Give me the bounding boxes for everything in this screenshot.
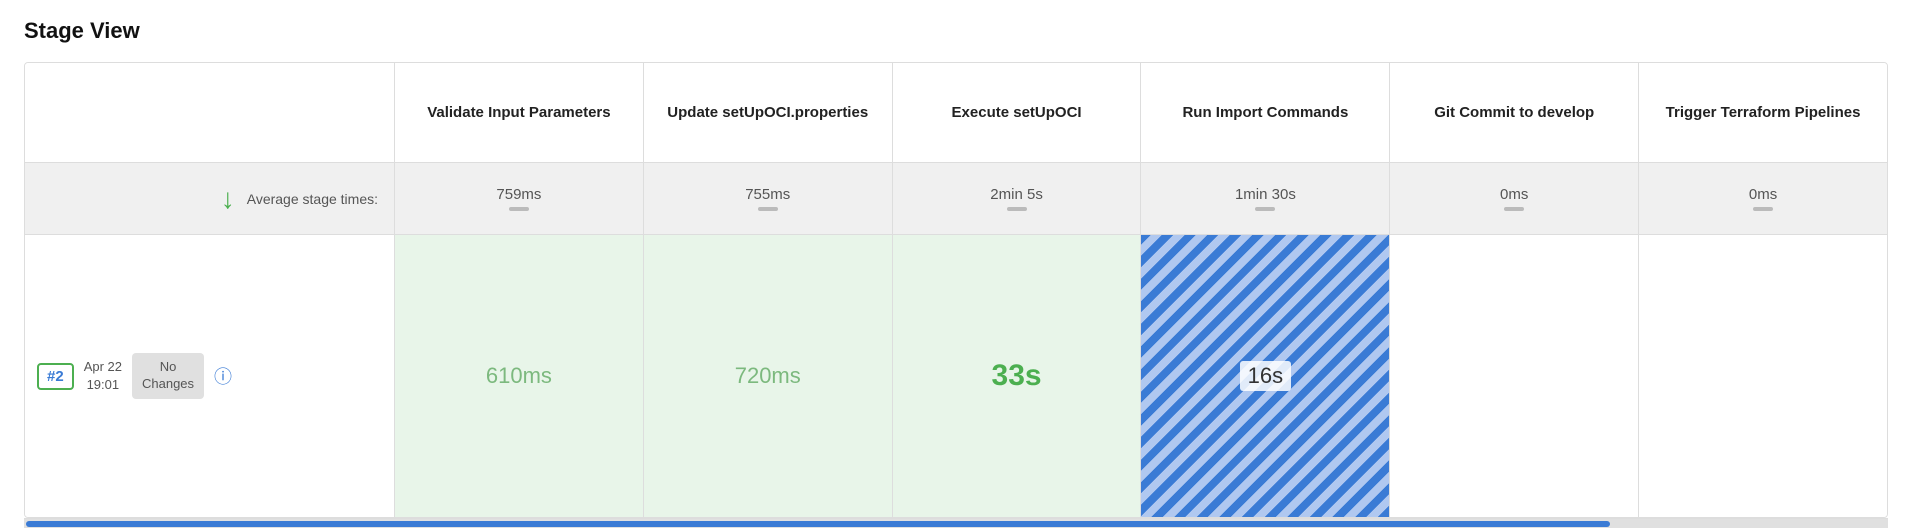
stage-header-git-commit: Git Commit to develop	[1390, 63, 1638, 163]
avg-label-row: ↓ Average stage times:	[25, 163, 394, 235]
down-arrow-icon: ↓	[221, 183, 235, 215]
stage-build-git-commit[interactable]	[1390, 235, 1638, 517]
info-icon[interactable]: ⓘ	[214, 363, 232, 389]
stage-avg-execute-setupoci: 2min 5s	[893, 163, 1141, 235]
avg-bar-update-setupoci	[758, 207, 778, 211]
stage-avg-git-commit: 0ms	[1390, 163, 1638, 235]
stage-build-execute-setupoci[interactable]: 33s	[893, 235, 1141, 517]
left-column: ↓ Average stage times: #2 Apr 22 19:01 N…	[25, 63, 395, 517]
horizontal-scrollbar[interactable]	[24, 518, 1888, 528]
stage-avg-update-setupoci: 755ms	[644, 163, 892, 235]
stage-header-trigger-terraform: Trigger Terraform Pipelines	[1639, 63, 1887, 163]
avg-bar-validate	[509, 207, 529, 211]
build-row: #2 Apr 22 19:01 NoChanges ⓘ	[25, 235, 394, 517]
stage-col-execute-setupoci: Execute setUpOCI 2min 5s 33s	[893, 63, 1142, 517]
stage-avg-trigger-terraform: 0ms	[1639, 163, 1887, 235]
stage-col-trigger-terraform: Trigger Terraform Pipelines 0ms	[1639, 63, 1887, 517]
stage-col-validate: Validate Input Parameters 759ms 610ms	[395, 63, 644, 517]
stage-view-page: Stage View ↓ Average stage times: #2 Apr…	[0, 0, 1912, 528]
build-number-badge[interactable]: #2	[37, 363, 74, 390]
page-title: Stage View	[24, 18, 1888, 44]
stage-header-execute-setupoci: Execute setUpOCI	[893, 63, 1141, 163]
scrollbar-thumb[interactable]	[26, 521, 1610, 527]
avg-bar-run-import	[1255, 207, 1275, 211]
stage-build-run-import[interactable]: 16s	[1141, 235, 1389, 517]
avg-stage-times-label: Average stage times:	[247, 191, 378, 207]
stage-build-trigger-terraform[interactable]	[1639, 235, 1887, 517]
stage-table: ↓ Average stage times: #2 Apr 22 19:01 N…	[24, 62, 1888, 518]
avg-bar-trigger-terraform	[1753, 207, 1773, 211]
stage-col-update-setupoci: Update setUpOCI.properties 755ms 720ms	[644, 63, 893, 517]
no-changes-button[interactable]: NoChanges	[132, 353, 204, 399]
stage-build-update-setupoci[interactable]: 720ms	[644, 235, 892, 517]
stage-header-validate: Validate Input Parameters	[395, 63, 643, 163]
stage-header-update-setupoci: Update setUpOCI.properties	[644, 63, 892, 163]
stage-col-run-import: Run Import Commands 1min 30s 16s	[1141, 63, 1390, 517]
stage-header-run-import: Run Import Commands	[1141, 63, 1389, 163]
stage-avg-validate: 759ms	[395, 163, 643, 235]
avg-bar-execute-setupoci	[1007, 207, 1027, 211]
stage-avg-run-import: 1min 30s	[1141, 163, 1389, 235]
left-header	[25, 63, 394, 163]
build-date: Apr 22 19:01	[84, 358, 122, 394]
stage-build-validate[interactable]: 610ms	[395, 235, 643, 517]
stage-col-git-commit: Git Commit to develop 0ms	[1390, 63, 1639, 517]
stages-container: Validate Input Parameters 759ms 610ms Up…	[395, 63, 1887, 517]
avg-bar-git-commit	[1504, 207, 1524, 211]
